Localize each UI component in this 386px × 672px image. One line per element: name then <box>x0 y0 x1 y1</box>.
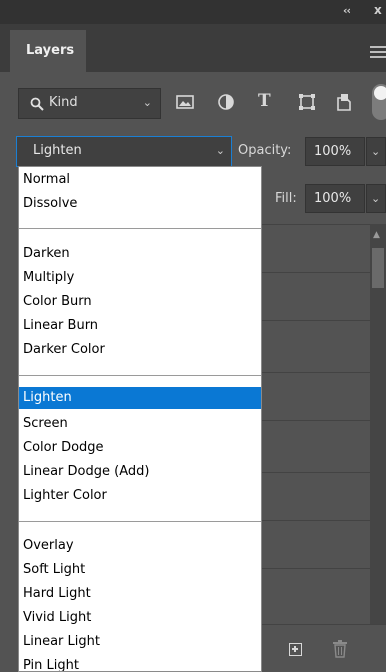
dropdown-separator <box>19 521 261 522</box>
layer-row[interactable] <box>262 320 370 368</box>
filter-toggle-switch[interactable] <box>372 84 386 120</box>
blend-option-hard-light[interactable]: Hard Light <box>19 583 261 605</box>
blend-option-lighten[interactable]: Lighten <box>19 387 261 409</box>
blend-option-dissolve[interactable]: Dissolve <box>19 193 261 215</box>
search-icon <box>30 97 44 111</box>
blend-option-soft-light[interactable]: Soft Light <box>19 559 261 581</box>
blend-option-darker-color[interactable]: Darker Color <box>19 339 261 361</box>
filter-kind-label: Kind <box>49 95 78 110</box>
panel-menu-icon[interactable] <box>370 46 386 61</box>
scroll-up-icon[interactable]: ▲ <box>373 230 380 240</box>
opacity-value: 100% <box>314 144 352 159</box>
blend-option-screen[interactable]: Screen <box>19 413 261 435</box>
type-filter-icon[interactable]: T <box>258 91 271 111</box>
image-filter-icon[interactable] <box>176 95 194 109</box>
adjustment-filter-icon[interactable] <box>218 94 234 110</box>
blend-option-overlay[interactable]: Overlay <box>19 535 261 557</box>
layers-bottom-bar <box>262 624 386 672</box>
collapse-panels-icon[interactable]: ‹‹ <box>343 4 351 17</box>
blend-option-color-dodge[interactable]: Color Dodge <box>19 437 261 459</box>
dropdown-separator <box>19 228 261 229</box>
smart-object-filter-icon[interactable] <box>336 93 352 111</box>
blend-mode-dropdown-list[interactable]: Normal Dissolve Darken Multiply Color Bu… <box>18 166 262 672</box>
blend-option-linear-burn[interactable]: Linear Burn <box>19 315 261 337</box>
blend-mode-select[interactable]: Lighten ⌄ <box>16 136 232 167</box>
layer-row[interactable] <box>262 472 370 520</box>
fill-label: Fill: <box>275 191 297 206</box>
layer-row[interactable] <box>262 520 370 568</box>
layer-row[interactable] <box>262 224 370 272</box>
blend-option-multiply[interactable]: Multiply <box>19 267 261 289</box>
blend-option-darken[interactable]: Darken <box>19 243 261 265</box>
layer-row[interactable] <box>262 372 370 420</box>
fill-value: 100% <box>314 191 352 206</box>
filter-kind-select[interactable]: Kind ⌄ <box>18 88 161 119</box>
shape-filter-icon[interactable] <box>298 93 316 111</box>
blend-option-lighter-color[interactable]: Lighter Color <box>19 485 261 507</box>
fill-chevron-down-icon[interactable]: ⌄ <box>366 184 386 213</box>
tab-layers[interactable]: Layers <box>10 30 86 72</box>
dropdown-separator <box>19 375 261 376</box>
layer-row[interactable] <box>262 568 370 616</box>
opacity-label: Opacity: <box>238 143 292 158</box>
blend-mode-value: Lighten <box>33 143 82 158</box>
layer-row[interactable] <box>262 420 370 468</box>
blend-option-linear-dodge[interactable]: Linear Dodge (Add) <box>19 461 261 483</box>
chevron-down-icon: ⌄ <box>142 96 152 109</box>
blend-option-vivid-light[interactable]: Vivid Light <box>19 607 261 629</box>
trash-icon[interactable] <box>333 640 347 658</box>
scroll-thumb[interactable] <box>372 248 384 288</box>
chevron-down-icon: ⌄ <box>215 144 225 157</box>
toggle-knob <box>374 86 386 100</box>
opacity-chevron-down-icon[interactable]: ⌄ <box>366 137 386 166</box>
blend-option-color-burn[interactable]: Color Burn <box>19 291 261 313</box>
new-layer-icon[interactable] <box>289 643 302 656</box>
close-panel-icon[interactable]: x <box>374 3 382 17</box>
blend-option-normal[interactable]: Normal <box>19 169 261 191</box>
blend-option-pin-light[interactable]: Pin Light <box>19 655 261 671</box>
layers-list[interactable] <box>262 224 370 624</box>
layer-row[interactable] <box>262 272 370 320</box>
panel-top-bar: ‹‹ x <box>0 0 386 24</box>
opacity-input[interactable]: 100% <box>305 137 365 166</box>
fill-input[interactable]: 100% <box>305 184 365 213</box>
blend-option-linear-light[interactable]: Linear Light <box>19 631 261 653</box>
layers-scrollbar[interactable]: ▲ ▼ <box>370 224 386 644</box>
